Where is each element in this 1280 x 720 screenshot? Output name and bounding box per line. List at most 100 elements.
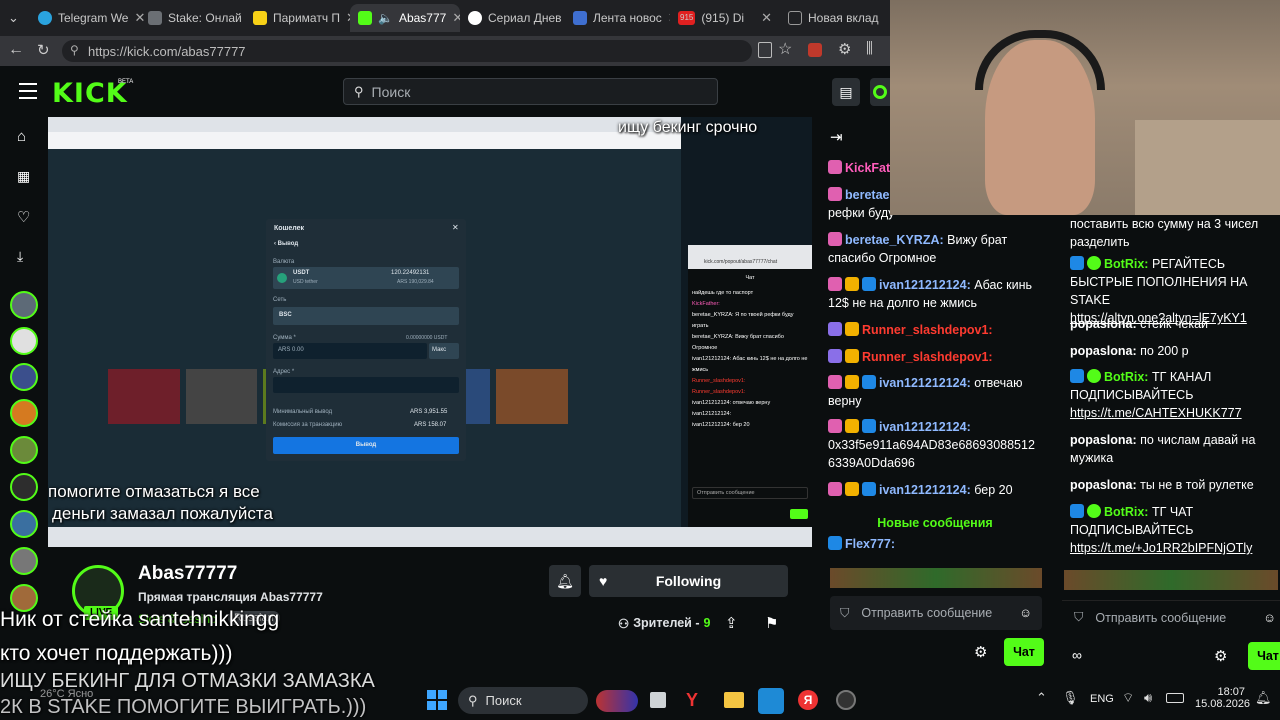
close-tab-icon[interactable]: ✕ (761, 10, 772, 26)
menu-icon[interactable] (19, 83, 37, 99)
search-input[interactable]: ⚲ Поиск (343, 78, 718, 105)
emoji-icon[interactable]: ☺ (1019, 606, 1032, 620)
sum-input[interactable]: ARS 0.00 (273, 343, 427, 359)
windows-start-icon[interactable] (427, 690, 447, 710)
following-heart-icon[interactable]: ♡ (17, 208, 30, 226)
chat-username[interactable]: KickFat (845, 161, 890, 175)
chat-username[interactable]: Runner_slashdepov1: (862, 350, 993, 364)
chat-username[interactable]: Flex777: (845, 537, 895, 551)
tab-parimatch[interactable]: Париматч П✕ (245, 4, 350, 32)
puzzle-icon[interactable]: ⚙ (838, 40, 851, 58)
chat-username[interactable]: ivan121212124: (879, 420, 971, 434)
chat-input[interactable]: ⛉ Отправить сообщение ☺ (830, 596, 1042, 630)
chat-username[interactable]: beretae (845, 188, 889, 202)
chat-settings-icon[interactable]: ⚙ (974, 643, 987, 661)
wallet-back[interactable]: ‹ Вывод (274, 241, 298, 247)
chat2-username[interactable]: popaslona: (1070, 433, 1137, 447)
chat-username[interactable]: ivan121212124: (879, 483, 971, 497)
chat2-username[interactable]: popaslona: (1070, 344, 1137, 358)
folder-icon[interactable] (724, 692, 744, 708)
new-messages-divider[interactable]: Новые сообщения (820, 516, 1050, 530)
avatar[interactable] (10, 510, 38, 538)
address-input[interactable] (273, 377, 459, 393)
extension-icon[interactable] (808, 43, 822, 57)
chat2-username[interactable]: popaslona: (1070, 478, 1137, 492)
browse-icon[interactable]: ▦ (17, 168, 30, 185)
withdraw-button[interactable]: Вывод (273, 437, 459, 454)
gift-icon[interactable]: ⚑ (765, 614, 778, 632)
mic-icon[interactable]: 🎙︎ (1062, 690, 1079, 706)
network-select[interactable]: BSC (273, 307, 459, 325)
tab-stake[interactable]: Stake: Онлай✕ (140, 4, 245, 32)
following-button[interactable]: ♥ Following (589, 565, 788, 597)
chat2-input[interactable]: ⛉ Отправить сообщение ☺ (1062, 600, 1280, 634)
collapse-chat-icon[interactable]: ⇥ (830, 128, 843, 146)
wifi-icon[interactable]: ⌔ (1122, 690, 1134, 706)
chat2-username[interactable]: BotRix: (1104, 505, 1148, 519)
yandex-icon[interactable]: Y (686, 690, 698, 711)
taskbar-search[interactable]: ⚲ Поиск (458, 687, 588, 714)
chat2-username[interactable]: BotRix: (1104, 370, 1148, 384)
infinity-icon[interactable]: ∞ (1072, 647, 1082, 663)
clock[interactable]: 18:07 15.08.2026 (1195, 686, 1250, 710)
tab-discord[interactable]: 915 (915) Di ✕ (670, 4, 780, 32)
reader-icon[interactable] (758, 42, 772, 58)
close-tab-icon[interactable]: ✕ (452, 10, 460, 26)
max-button[interactable]: Макс (429, 343, 459, 359)
avatar[interactable] (10, 363, 38, 391)
chat2-link[interactable]: https://t.me/CAHTEXHUKK777 (1070, 406, 1242, 420)
back-arrow-icon[interactable]: ← (8, 41, 24, 59)
yandex-browser-icon[interactable]: Я (798, 690, 818, 710)
chat2-link[interactable]: https://t.me/+Jo1RR2bIPFNjOTly (1070, 541, 1252, 555)
tab-telegram[interactable]: Telegram We ✕ (30, 4, 145, 32)
wallet-close-icon[interactable]: ✕ (452, 223, 459, 232)
obs-icon[interactable] (836, 690, 856, 710)
chat2-username[interactable]: BotRix: (1104, 257, 1148, 271)
widget-image[interactable] (596, 690, 638, 712)
send-chat-button[interactable]: Чат (1004, 638, 1044, 666)
avatar[interactable] (10, 327, 38, 355)
weather-widget[interactable]: 26°C Ясно (40, 688, 93, 700)
chat2-settings-icon[interactable]: ⚙ (1214, 647, 1227, 665)
site-info-icon[interactable]: ⚲ (70, 43, 79, 57)
notifications-icon[interactable]: 🔔︎ (1255, 690, 1272, 706)
volume-icon[interactable]: 🔊︎ (1144, 690, 1152, 706)
language-indicator[interactable]: ENG (1090, 693, 1114, 705)
tab-news[interactable]: Лента новос✕ (565, 4, 670, 32)
edge-icon[interactable] (758, 688, 784, 714)
bookmark-star-icon[interactable]: ☆ (778, 39, 792, 59)
avatar[interactable] (10, 473, 38, 501)
chat2-username[interactable]: popaslona: (1070, 317, 1137, 331)
chat-username[interactable]: Runner_slashdepov1: (862, 323, 993, 337)
battery-icon[interactable] (1166, 693, 1184, 703)
tab-serial[interactable]: Сериал Днев✕ (460, 4, 565, 32)
task-view-icon[interactable] (650, 692, 666, 708)
channel-name[interactable]: Abas77777 (138, 563, 237, 585)
notification-bell-icon[interactable]: 🔔︎ (549, 565, 581, 597)
speaker-icon[interactable]: 🔈 (378, 11, 393, 25)
library-button-icon[interactable]: ▤ (832, 78, 860, 106)
currency-select[interactable]: USDT USD tether 120.22492131 ARS 190,029… (273, 267, 459, 289)
video-player[interactable]: Кошелек ✕ ‹ Вывод Валюта USDT USD tether… (48, 117, 812, 547)
avatar[interactable] (10, 291, 38, 319)
tab-new[interactable]: Новая вклад✕ (780, 4, 885, 32)
chat-username[interactable]: beretae_KYRZA: (845, 233, 944, 247)
kick-logo[interactable]: KICK (52, 78, 128, 109)
chat-username[interactable]: ivan121212124: (879, 278, 971, 292)
avatar[interactable] (10, 547, 38, 575)
tab-kick-active[interactable]: 🔈 Abas777 ✕ (350, 4, 460, 32)
emoji-icon[interactable]: ☺ (1263, 611, 1276, 625)
chat2-send-button[interactable]: Чат (1248, 642, 1280, 670)
share-icon[interactable]: ⇪ (725, 614, 738, 632)
tray-chevron-icon[interactable]: ⌃ (1036, 690, 1047, 706)
reload-icon[interactable]: ↻ (37, 41, 50, 59)
avatar[interactable] (10, 436, 38, 464)
profile-button[interactable] (870, 78, 890, 106)
chat-username[interactable]: ivan121212124: (879, 376, 971, 390)
tab-list-chevron-icon[interactable]: ⌄ (8, 10, 19, 26)
url-field[interactable]: ⚲ https://kick.com/abas77777 (62, 40, 752, 62)
avatar[interactable] (10, 399, 38, 427)
collapse-icon[interactable]: ⤓ (17, 248, 23, 265)
home-icon[interactable]: ⌂ (17, 128, 26, 145)
library-icon[interactable]: ⫼ (866, 40, 873, 57)
